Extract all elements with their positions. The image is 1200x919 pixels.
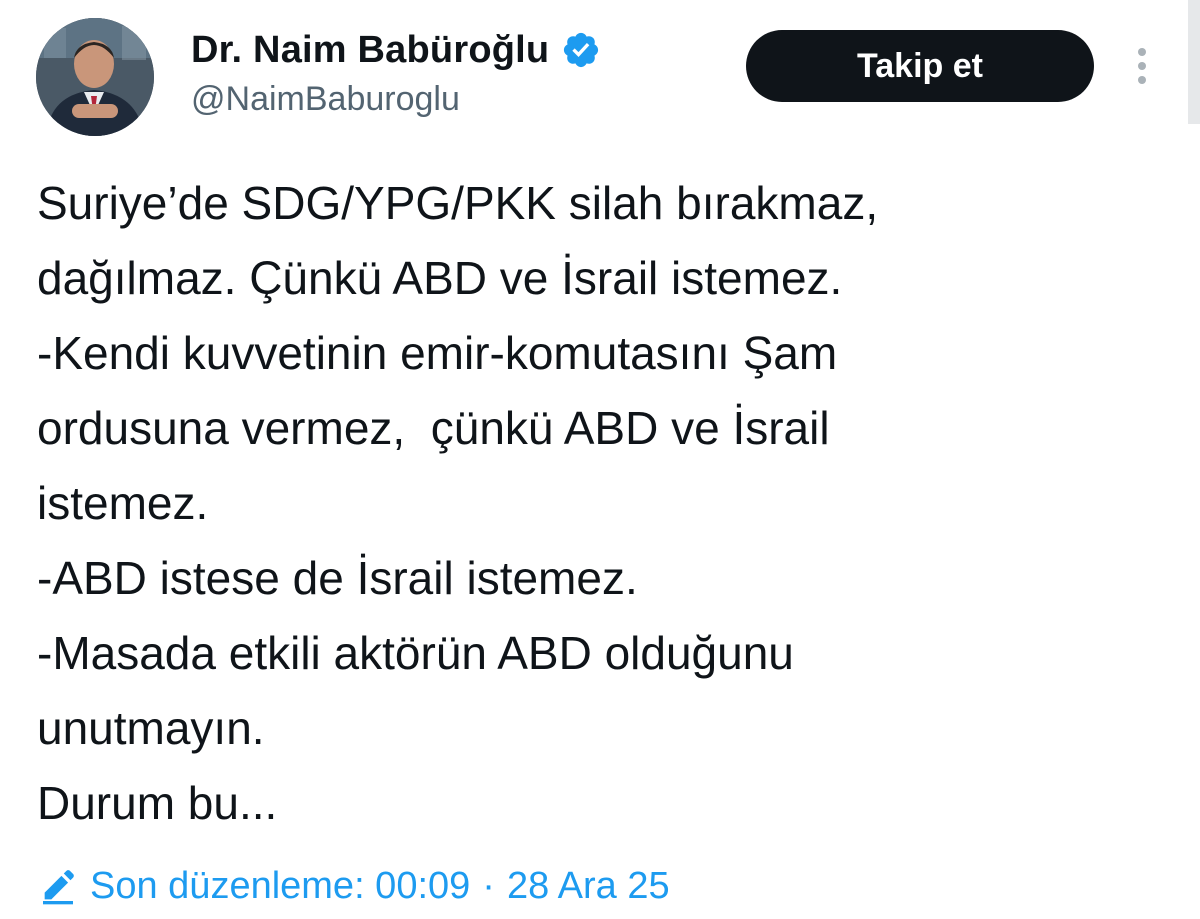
author-name-row: Dr. Naim Babüroğlu — [191, 26, 601, 74]
tweet-text-line: dağılmaz. Çünkü ABD ve İsrail istemez. — [37, 252, 843, 304]
tweet-text-line: -Kendi kuvvetinin emir-komutasını Şam — [37, 327, 838, 379]
tweet-text-line: Durum bu... — [37, 777, 278, 829]
edit-history-link[interactable]: Son düzenleme: 00:09 · 28 Ara 25 — [38, 856, 670, 916]
author-avatar[interactable] — [36, 18, 154, 136]
tweet-text-line: Suriye’de SDG/YPG/PKK silah bırakmaz, — [37, 177, 879, 229]
more-vertical-icon[interactable] — [1124, 44, 1160, 88]
tweet-text-line: -ABD istese de İsrail istemez. — [37, 552, 638, 604]
meta-separator: · — [482, 864, 495, 907]
edited-label: Son düzenleme: 00:09 — [90, 864, 471, 907]
tweet-card: Dr. Naim Babüroğlu @NaimBaburoglu Takip … — [0, 0, 1200, 919]
adjacent-panel-edge — [1188, 0, 1200, 124]
tweet-text-line: unutmayın. — [37, 702, 265, 754]
tweet-text: Suriye’de SDG/YPG/PKK silah bırakmaz, da… — [37, 166, 1157, 841]
verified-badge-icon[interactable] — [561, 30, 601, 70]
pencil-icon — [38, 866, 78, 906]
follow-button[interactable]: Takip et — [746, 30, 1094, 102]
tweet-date: 28 Ara 25 — [506, 864, 670, 907]
author-handle[interactable]: @NaimBaburoglu — [191, 80, 460, 119]
tweet-text-line: istemez. — [37, 477, 209, 529]
author-display-name[interactable]: Dr. Naim Babüroğlu — [191, 29, 549, 72]
avatar-photo — [36, 18, 154, 136]
tweet-text-line: ordusuna vermez, çünkü ABD ve İsrail — [37, 402, 830, 454]
tweet-text-line: -Masada etkili aktörün ABD olduğunu — [37, 627, 794, 679]
